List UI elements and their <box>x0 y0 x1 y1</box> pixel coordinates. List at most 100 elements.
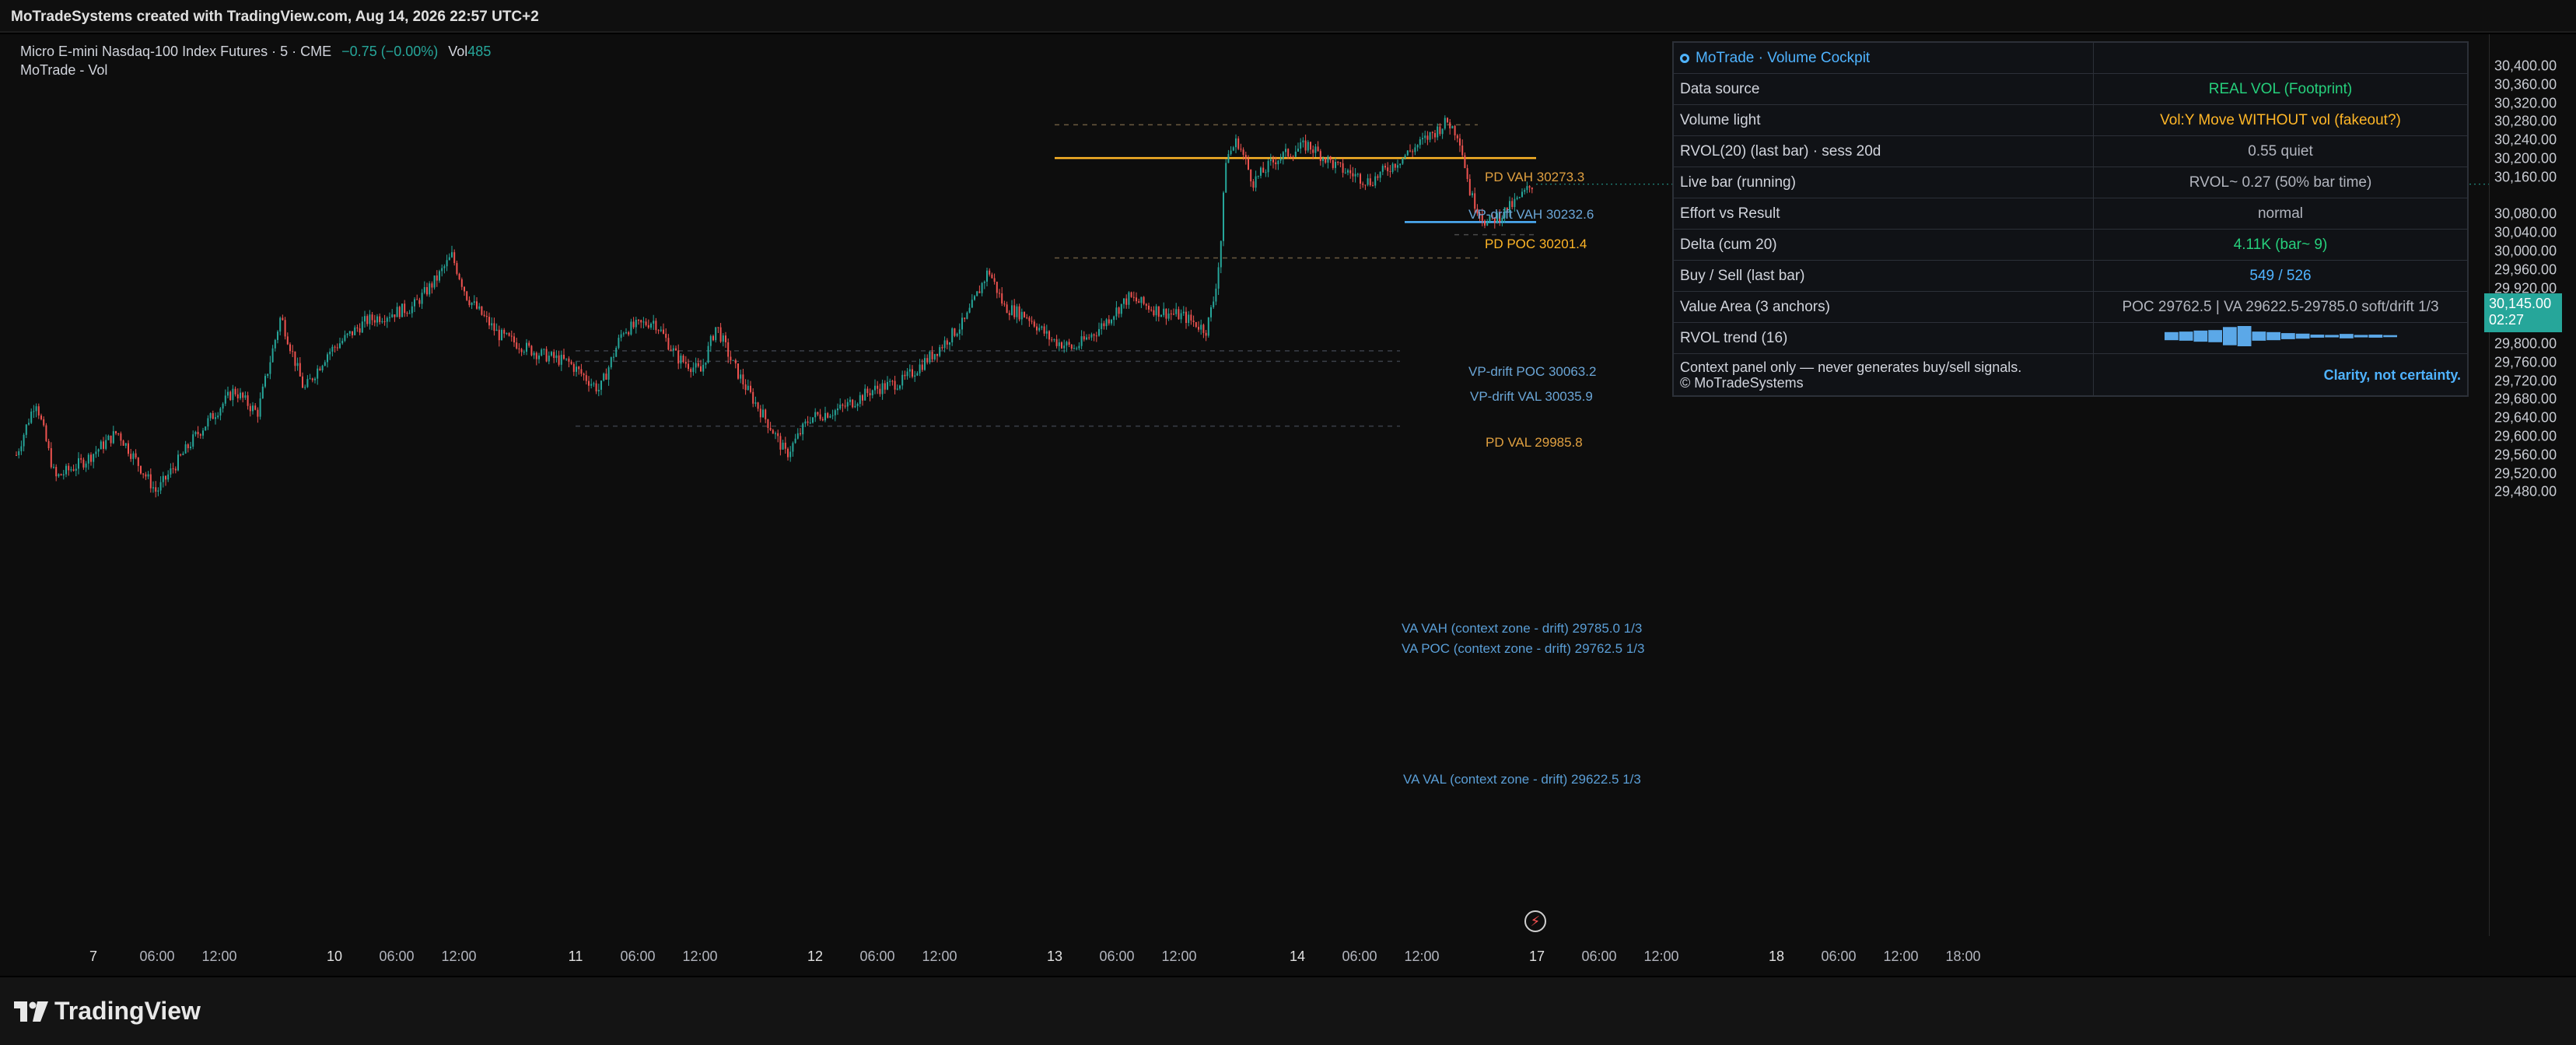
candle-body <box>458 273 460 279</box>
candle-body <box>844 405 846 407</box>
candle-body <box>1294 151 1297 157</box>
candle-body <box>1095 335 1097 337</box>
candle-body <box>217 416 219 418</box>
candle-body <box>331 346 334 352</box>
candle-body <box>958 329 961 334</box>
cockpit-row: Volume light Vol:Y Move WITHOUT vol (fake… <box>1673 104 2468 136</box>
candle-body <box>1038 328 1041 331</box>
chart-area[interactable]: Micro E-mini Nasdaq-100 Index Futures · … <box>0 34 2576 976</box>
candle-body <box>1454 125 1456 135</box>
candle-body <box>983 281 985 283</box>
candle-body <box>187 444 189 448</box>
time-axis[interactable]: 7 06:00 12:00 10 06:00 12:00 11 06:00 12:00 12 06:… <box>0 936 2489 975</box>
candle-body <box>495 329 498 331</box>
time-tick-label: 12:00 <box>201 949 237 964</box>
candle-body <box>282 317 284 321</box>
va-poc-label: VA POC (context zone - drift) 29762.5 1/… <box>1402 641 1645 656</box>
candle-body <box>1377 176 1379 178</box>
candle-body <box>1167 313 1170 319</box>
candle-body <box>787 448 789 458</box>
candle-body <box>1526 186 1528 191</box>
candle-body <box>205 426 207 431</box>
candle-body <box>159 482 162 491</box>
symbol-title[interactable]: Micro E-mini Nasdaq-100 Index Futures · … <box>20 44 331 59</box>
candle-body <box>1344 172 1346 174</box>
candle-body <box>742 374 744 385</box>
candle-body <box>107 435 110 440</box>
candle-body <box>1384 166 1386 168</box>
candle-body <box>961 317 963 330</box>
candle-body <box>296 363 299 366</box>
cockpit-row: RVOL(20) (last bar) · sess 20d 0.55 quiet <box>1673 135 2468 167</box>
candle-body <box>717 327 719 328</box>
candle-body <box>779 436 782 450</box>
time-tick-label: 11 <box>568 949 583 964</box>
candle-body <box>254 405 257 410</box>
price-tick-label: 29,640.00 <box>2494 409 2557 426</box>
candle-body <box>675 348 677 351</box>
candle-body <box>1441 128 1444 135</box>
candle-body <box>252 405 254 412</box>
time-tick-label: 12:00 <box>1161 949 1197 964</box>
candle-body <box>421 293 423 304</box>
candle-body <box>1128 292 1130 305</box>
candle-body <box>1143 296 1145 304</box>
candle-body <box>849 399 851 402</box>
candle-body <box>503 329 506 334</box>
candle-body <box>800 433 801 435</box>
candle-body <box>879 388 881 395</box>
time-tick-label: 06:00 <box>1581 949 1617 964</box>
candle-body <box>939 347 941 356</box>
candle-body <box>247 395 249 406</box>
time-tick-label: 7 <box>89 949 98 964</box>
pd-poc-label: PD POC 30201.4 <box>1485 237 1587 251</box>
candle-body <box>1439 126 1441 135</box>
time-tick-label: 10 <box>326 949 343 964</box>
time-tick-label: 12 <box>807 949 824 964</box>
candle-body <box>1285 149 1286 153</box>
candle-body <box>439 271 440 281</box>
candle-body <box>122 440 124 446</box>
candle-body <box>697 363 699 366</box>
candle-body <box>309 378 311 380</box>
candle-body <box>286 336 289 345</box>
candle-body <box>719 327 722 342</box>
candle-body <box>257 409 259 417</box>
candle-body <box>877 385 879 389</box>
candle-body <box>1101 323 1103 329</box>
candle-body <box>829 416 831 418</box>
candle-body <box>796 433 799 439</box>
candle-body <box>1419 139 1421 146</box>
candle-body <box>989 270 991 275</box>
rvol-trend-bar <box>2193 330 2208 342</box>
price-tick-label: 29,720.00 <box>2494 373 2557 389</box>
candle-body <box>1342 163 1344 174</box>
price-axis[interactable]: 30,400.00 30,360.00 30,320.00 30,280.00 30,2… <box>2489 34 2576 936</box>
candle-body <box>600 380 602 390</box>
candle-body <box>784 442 786 449</box>
candle-body <box>864 388 866 401</box>
candle-body <box>232 388 234 401</box>
candle-body <box>1429 132 1431 140</box>
candle-body <box>128 443 129 454</box>
top-caption-bar: MoTradeSystems created with TradingView.… <box>0 0 2576 33</box>
price-tick-label: 29,560.00 <box>2494 447 2557 463</box>
tradingview-brand[interactable]: TradingView <box>14 997 201 1026</box>
candle-body <box>485 315 488 317</box>
snapshot-caption: MoTradeSystems created with TradingView.… <box>11 9 539 25</box>
candle-body <box>261 386 264 399</box>
price-tick-label: 30,400.00 <box>2494 58 2557 74</box>
candle-body <box>456 263 458 274</box>
time-tick-label: 12:00 <box>1883 949 1919 964</box>
time-tick-label: 06:00 <box>620 949 656 964</box>
indicator-title[interactable]: MoTrade - Vol <box>20 61 491 79</box>
candle-body <box>1516 197 1518 199</box>
candle-body <box>792 443 794 452</box>
candle-body <box>394 314 396 317</box>
candle-body <box>311 378 313 380</box>
lightning-icon[interactable]: ⚡ <box>1524 910 1546 932</box>
candle-body <box>1511 201 1514 208</box>
candle-body <box>914 375 916 377</box>
candle-body <box>1066 342 1068 346</box>
candle-body <box>473 301 475 303</box>
